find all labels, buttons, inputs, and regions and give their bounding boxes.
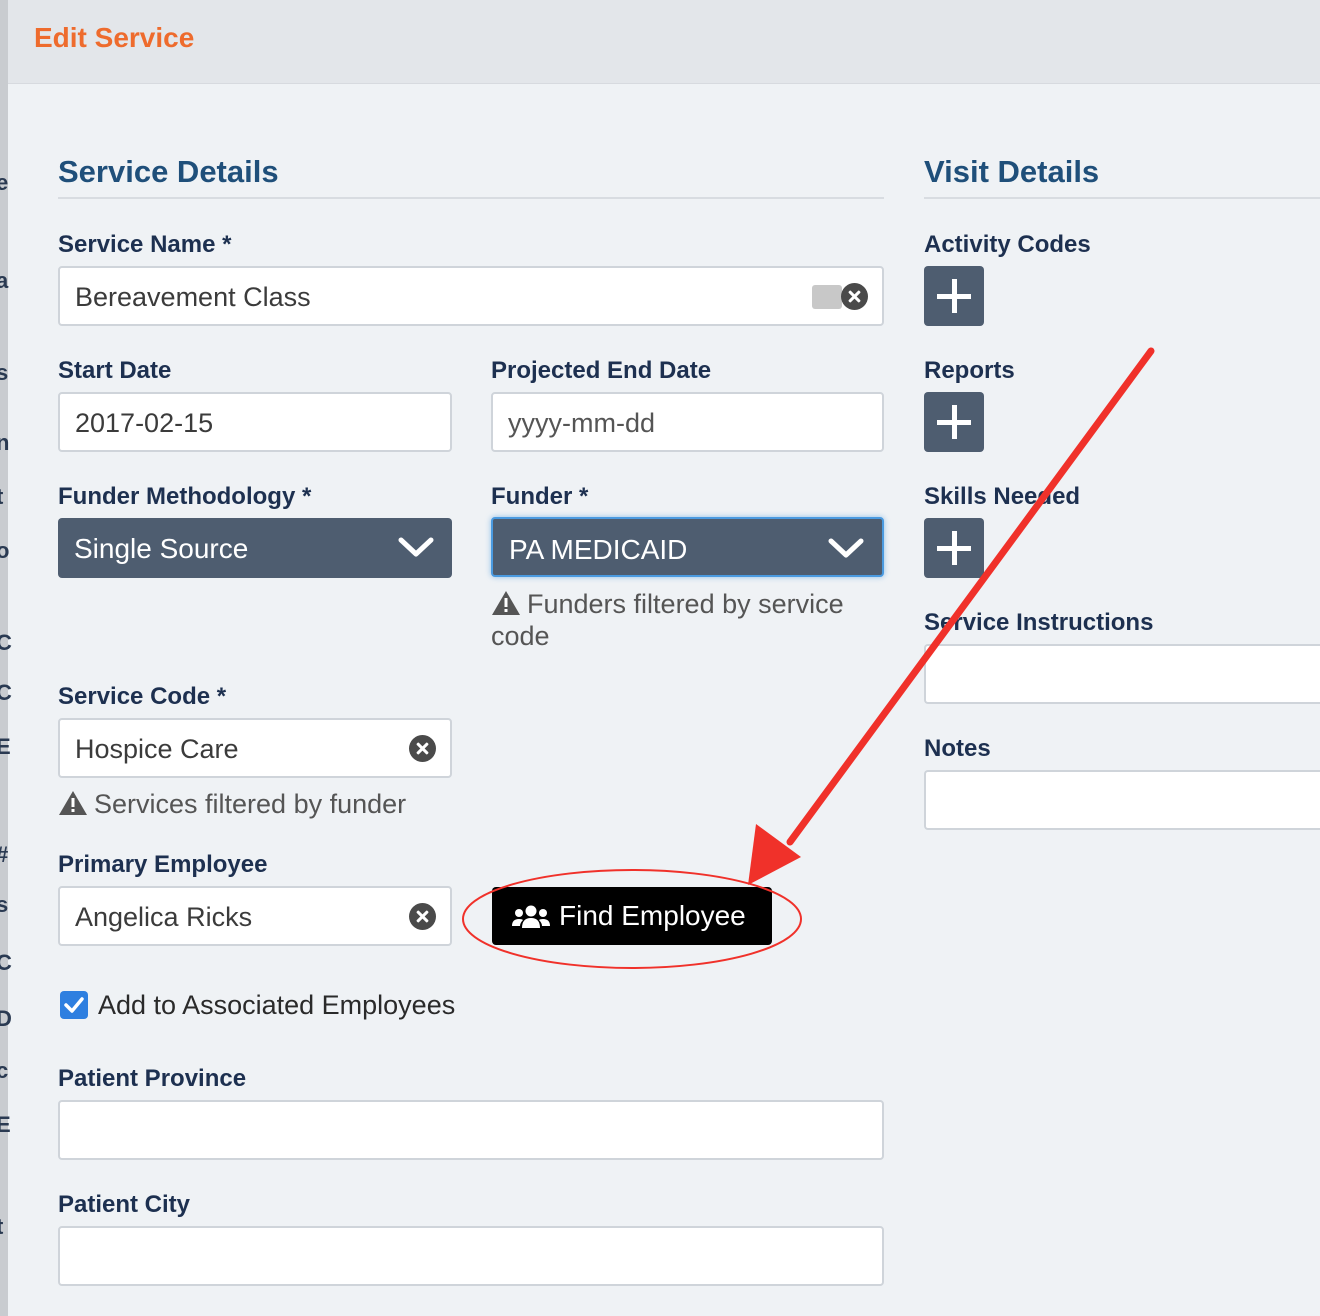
background-char: C [0,950,12,975]
background-char: C [0,630,12,655]
background-char: E [0,734,11,759]
clear-icon[interactable] [409,903,436,930]
clear-icon[interactable] [409,735,436,762]
service-name-label: Service Name * [58,231,232,258]
modal-header: Edit Service [8,0,1320,84]
funder-label: Funder * [491,483,589,510]
service-name-value: Bereavement Class [75,282,311,312]
background-char: # [0,842,8,868]
service-details-heading: Service Details [58,154,279,189]
contact-card-icon [812,285,842,309]
primary-employee-value: Angelica Ricks [75,902,253,932]
reports-label: Reports [924,357,1015,384]
patient-city-label: Patient City [58,1191,191,1218]
background-char: o [0,538,10,563]
background-char: c [0,1058,9,1083]
add-skill-button[interactable] [924,518,984,578]
notes-label: Notes [924,735,991,762]
background-page-edge: e a s n t o C C E # s C D c E t [0,0,12,1316]
projected-end-date-label: Projected End Date [491,357,712,384]
checkmark-icon [64,997,84,1013]
add-report-button[interactable] [924,392,984,452]
modal-title: Edit Service [34,22,195,53]
background-char: s [0,360,9,385]
background-char: a [0,268,9,293]
funder-methodology-label: Funder Methodology * [58,483,312,510]
background-char: t [0,1214,3,1240]
service-code-hint-text: Services filtered by funder [94,789,407,819]
patient-province-input[interactable] [58,1100,884,1160]
section-divider [58,197,884,199]
start-date-value: 2017-02-15 [75,408,214,438]
start-date-label: Start Date [58,357,172,384]
start-date-input[interactable]: 2017-02-15 [58,392,452,452]
primary-employee-label: Primary Employee [58,851,268,878]
background-char: C [0,680,12,705]
clear-icon[interactable] [841,283,868,310]
service-code-hint: Services filtered by funder [58,788,478,820]
chevron-down-icon [828,538,864,558]
primary-employee-input[interactable]: Angelica Ricks [58,886,452,946]
patient-city-input[interactable] [58,1226,884,1286]
activity-codes-label: Activity Codes [924,231,1091,258]
users-icon [512,905,550,928]
background-char: n [0,430,10,455]
section-divider [924,197,1320,199]
service-instructions-label: Service Instructions [924,609,1154,636]
add-associated-label[interactable]: Add to Associated Employees [98,990,455,1021]
annotation-arrow-head [748,824,801,885]
funder-methodology-value: Single Source [74,533,249,564]
projected-end-date-input[interactable]: yyyy-mm-dd [491,392,884,452]
add-associated-checkbox[interactable] [60,991,88,1019]
service-code-label: Service Code * [58,683,227,710]
service-code-input[interactable]: Hospice Care [58,718,452,778]
funder-hint: Funders filtered by service code [491,588,881,652]
chevron-down-icon [398,537,434,557]
skills-needed-label: Skills Needed [924,483,1081,510]
funder-select[interactable]: PA MEDICAID [491,517,884,577]
funder-hint-text: Funders filtered by service code [491,589,844,651]
service-name-input[interactable]: Bereavement Class [58,266,884,326]
service-code-value: Hospice Care [75,734,239,764]
background-char: E [0,1112,11,1137]
projected-end-date-placeholder: yyyy-mm-dd [508,408,655,438]
warning-icon [59,791,87,815]
patient-province-label: Patient Province [58,1065,247,1092]
funder-value: PA MEDICAID [509,534,688,565]
find-employee-button[interactable]: Find Employee [492,887,772,945]
background-char: e [0,170,9,195]
background-char: s [0,892,9,917]
find-employee-label: Find Employee [559,900,746,931]
funder-methodology-select[interactable]: Single Source [58,518,452,578]
notes-input[interactable] [924,770,1320,830]
background-char: D [0,1006,12,1031]
warning-icon [492,591,520,615]
background-char: t [0,484,3,510]
service-instructions-input[interactable] [924,644,1320,704]
add-activity-code-button[interactable] [924,266,984,326]
visit-details-heading: Visit Details [924,154,1100,189]
